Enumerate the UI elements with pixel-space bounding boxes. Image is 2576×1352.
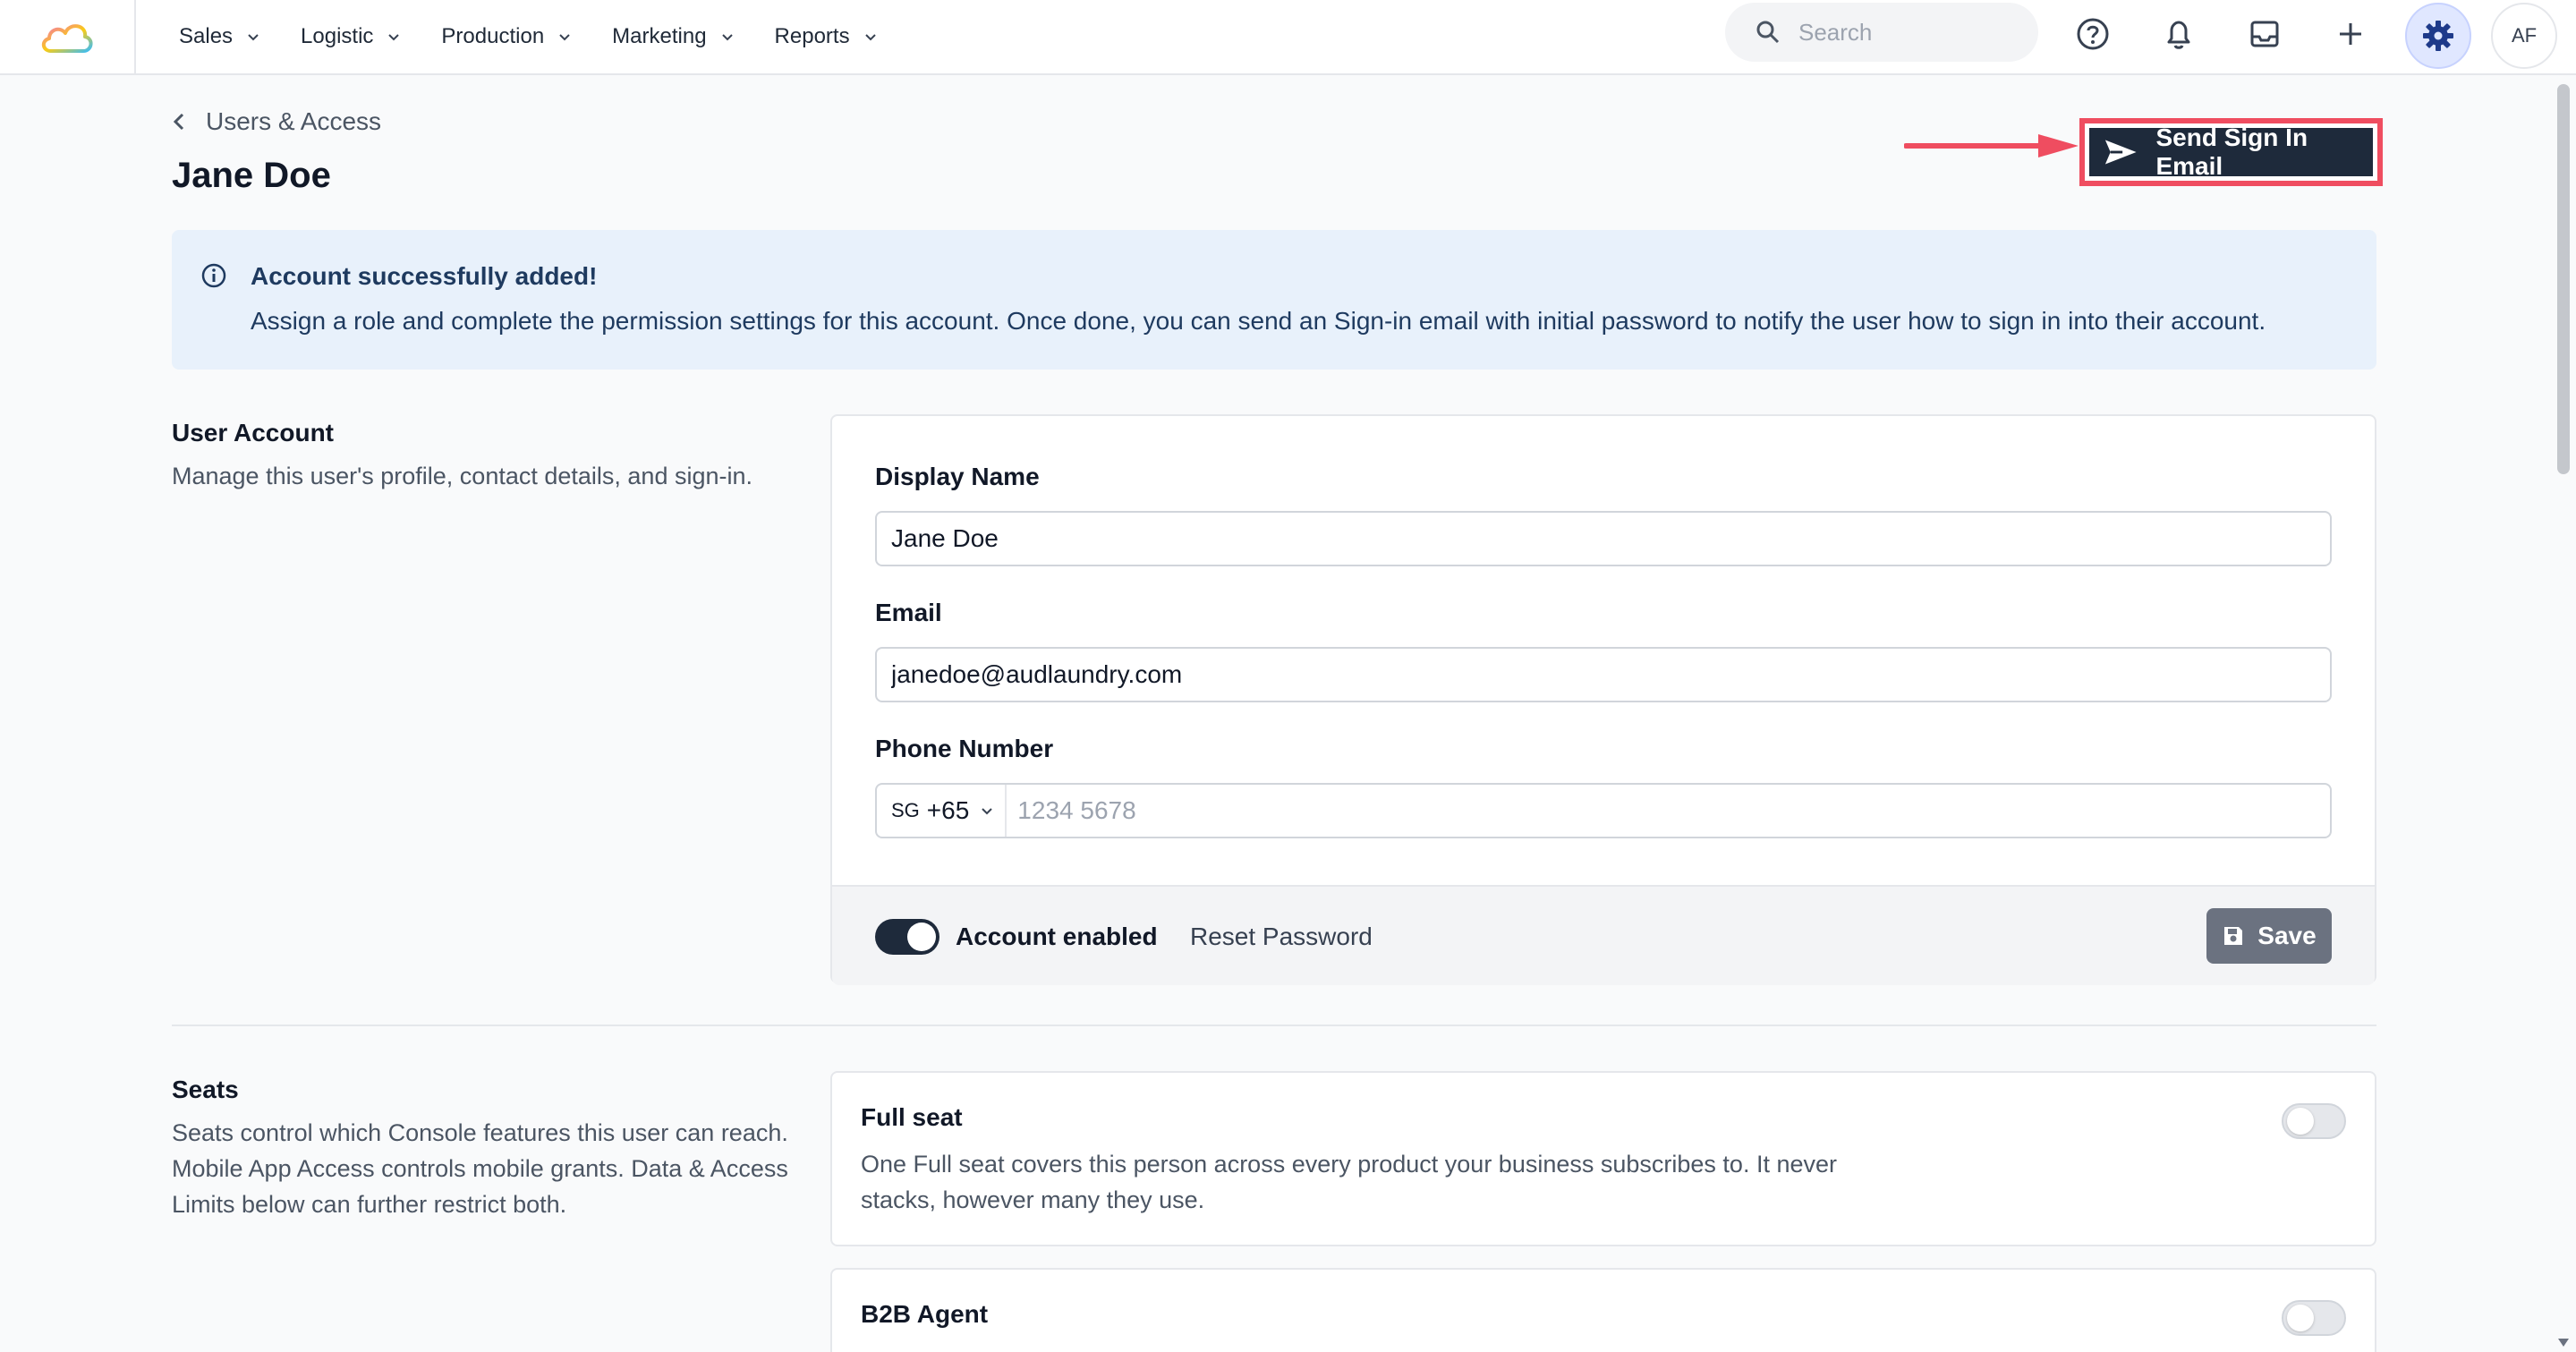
bell-icon [2167, 21, 2190, 49]
scroll-down-arrow-icon[interactable] [2557, 1337, 2570, 1348]
chevron-down-icon [982, 808, 993, 815]
scrollbar-thumb[interactable] [2557, 84, 2570, 474]
user-account-section-title: User Account [172, 419, 335, 446]
avatar-initials: AF [2511, 24, 2538, 47]
alert-title: Account successfully added! [251, 262, 598, 290]
chevron-down-icon [388, 34, 400, 41]
chevron-down-icon [248, 34, 259, 41]
nav-sales[interactable]: Sales [179, 24, 261, 49]
country-code-select[interactable]: SG +65 [877, 785, 1007, 837]
b2b-agent-card: B2B Agent [830, 1268, 2376, 1352]
seats-section-title: Seats [172, 1076, 239, 1103]
save-label: Save [2257, 922, 2317, 949]
plus-icon [2340, 23, 2361, 45]
phone-number-field: SG +65 [875, 783, 2332, 838]
nav-logistic-label: Logistic [301, 24, 374, 48]
reset-password-link[interactable]: Reset Password [1190, 923, 1373, 951]
inbox-icon [2250, 21, 2279, 47]
seats-section-description: Seats control which Console features thi… [172, 1119, 788, 1218]
floppy-disk-icon [2224, 927, 2243, 945]
chevron-down-icon [559, 34, 570, 41]
vertical-scrollbar[interactable] [2552, 75, 2576, 1352]
add-button[interactable] [2324, 7, 2377, 61]
full-seat-toggle[interactable] [2282, 1103, 2346, 1139]
inbox-button[interactable] [2238, 7, 2291, 61]
user-avatar[interactable]: AF [2491, 3, 2557, 69]
nav-logistic[interactable]: Logistic [301, 24, 402, 49]
b2b-agent-title: B2B Agent [861, 1300, 989, 1328]
chevron-left-icon [173, 113, 184, 131]
account-enabled-toggle[interactable] [875, 919, 939, 955]
gear-icon [2423, 21, 2453, 51]
section-divider [172, 1025, 2376, 1026]
cloud-logo-icon [41, 24, 93, 53]
page-title: Jane Doe [172, 156, 331, 195]
country-iso: SG [891, 799, 920, 821]
nav-production-label: Production [441, 24, 545, 48]
breadcrumb-back-link[interactable]: Users & Access [172, 107, 381, 136]
user-account-section-description: Manage this user's profile, contact deta… [172, 463, 753, 489]
app-logo[interactable] [0, 0, 136, 73]
b2b-agent-toggle[interactable] [2282, 1300, 2346, 1336]
display-name-input[interactable] [875, 511, 2332, 566]
nav-marketing[interactable]: Marketing [612, 24, 735, 49]
send-paper-plane-icon [2104, 140, 2137, 165]
main-nav: Sales Logistic Production Marketing Repo… [179, 0, 918, 73]
full-seat-title: Full seat [861, 1103, 963, 1131]
send-sign-in-email-button[interactable]: Send Sign In Email [2089, 123, 2373, 180]
user-account-card-footer: Account enabled Reset Password Save [832, 885, 2375, 985]
search-placeholder: Search [1798, 18, 1873, 46]
help-circle-icon [2077, 18, 2109, 50]
nav-sales-label: Sales [179, 24, 234, 48]
toggle-knob [2287, 1305, 2314, 1331]
email-input[interactable] [875, 647, 2332, 702]
chevron-down-icon [864, 34, 876, 41]
chevron-down-icon [721, 34, 733, 41]
search-box[interactable]: Search [1725, 3, 2038, 62]
toggle-knob [2287, 1108, 2314, 1135]
notifications-button[interactable] [2152, 7, 2206, 61]
search-icon [1756, 21, 1780, 44]
full-seat-description: One Full seat covers this person across … [861, 1151, 1837, 1213]
nav-production[interactable]: Production [441, 24, 573, 49]
full-seat-card: Full seat One Full seat covers this pers… [830, 1071, 2376, 1246]
nav-reports-label: Reports [774, 24, 850, 48]
save-button[interactable]: Save [2206, 908, 2332, 964]
send-sign-in-email-label: Send Sign In Email [2155, 123, 2308, 180]
nav-reports[interactable]: Reports [775, 24, 879, 49]
alert-text: Assign a role and complete the permissio… [251, 307, 2266, 335]
top-navigation-bar: Sales Logistic Production Marketing Repo… [0, 0, 2576, 75]
settings-button[interactable] [2405, 3, 2471, 69]
help-button[interactable] [2066, 7, 2120, 61]
account-enabled-label: Account enabled [956, 923, 1158, 950]
email-label: Email [875, 599, 942, 626]
success-alert: Account successfully added! Assign a rol… [172, 230, 2376, 370]
country-dial-code: +65 [926, 796, 970, 824]
annotation-arrow-icon [1904, 134, 2079, 157]
info-icon [201, 263, 226, 288]
phone-number-label: Phone Number [875, 735, 1054, 762]
nav-marketing-label: Marketing [612, 24, 707, 48]
phone-number-input[interactable] [1007, 785, 2330, 837]
breadcrumb-label: Users & Access [206, 107, 382, 135]
toggle-knob [907, 923, 936, 951]
user-account-card: Display Name Email Phone Number SG +65 A… [830, 414, 2376, 985]
display-name-label: Display Name [875, 463, 1040, 490]
